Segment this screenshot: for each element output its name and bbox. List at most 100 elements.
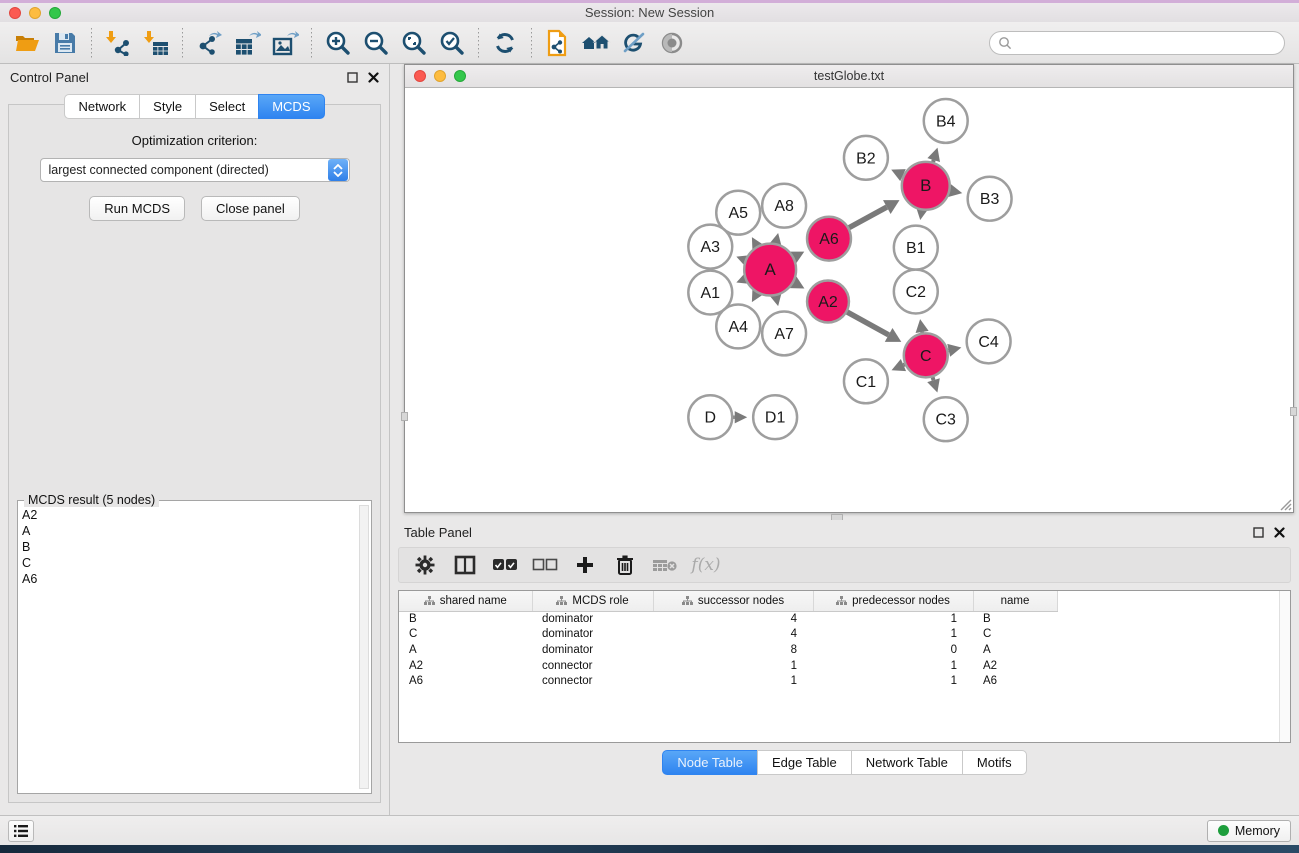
unselect-all-columns-button[interactable]	[529, 550, 561, 580]
table-row[interactable]: Bdominator41B	[399, 611, 1057, 627]
table-cell[interactable]: 1	[653, 658, 813, 674]
table-cell[interactable]: connector	[532, 673, 653, 689]
delete-table-button[interactable]	[649, 550, 681, 580]
import-table-button[interactable]	[139, 26, 173, 60]
float-panel-icon[interactable]	[1253, 527, 1264, 538]
home-button[interactable]	[579, 26, 613, 60]
table-cell[interactable]: dominator	[532, 611, 653, 627]
tab-select[interactable]: Select	[195, 94, 258, 119]
close-panel-icon[interactable]	[368, 72, 379, 83]
table-cell[interactable]: C	[399, 627, 532, 643]
save-session-button[interactable]	[48, 26, 82, 60]
table-cell[interactable]: 1	[813, 673, 973, 689]
column-header-successor-nodes[interactable]: successor nodes	[653, 591, 813, 611]
table-cell[interactable]: dominator	[532, 627, 653, 643]
task-history-button[interactable]	[8, 820, 34, 842]
table-cell[interactable]: A6	[399, 673, 532, 689]
table-row[interactable]: A6connector11A6	[399, 673, 1057, 689]
zoom-selected-button[interactable]	[435, 26, 469, 60]
delete-column-button[interactable]	[609, 550, 641, 580]
table-cell[interactable]: 1	[813, 627, 973, 643]
open-file-button[interactable]	[10, 26, 44, 60]
result-item[interactable]: B	[22, 539, 357, 555]
export-image-button[interactable]	[268, 26, 302, 60]
zoom-out-button[interactable]	[359, 26, 393, 60]
column-header-shared-name[interactable]: shared name	[399, 591, 532, 611]
table-header-row[interactable]: shared nameMCDS rolesuccessor nodesprede…	[399, 591, 1057, 611]
result-item[interactable]: A2	[22, 507, 357, 523]
show-hide-button[interactable]	[655, 26, 689, 60]
table-row[interactable]: A2connector11A2	[399, 658, 1057, 674]
result-item[interactable]: A	[22, 523, 357, 539]
table-cell[interactable]: 8	[653, 642, 813, 658]
table-cell[interactable]: 0	[813, 642, 973, 658]
column-header-MCDS-role[interactable]: MCDS role	[532, 591, 653, 611]
zoom-fit-button[interactable]	[397, 26, 431, 60]
table-cell[interactable]: dominator	[532, 642, 653, 658]
table-cell[interactable]: C	[973, 627, 1057, 643]
search-input[interactable]	[1012, 33, 1284, 53]
table-cell[interactable]: 1	[813, 611, 973, 627]
table-body[interactable]: Bdominator41BCdominator41CAdominator80AA…	[399, 611, 1057, 689]
toolbar-separator	[531, 28, 532, 58]
run-mcds-button[interactable]: Run MCDS	[89, 196, 185, 221]
table-cell[interactable]: A	[973, 642, 1057, 658]
tab-motifs[interactable]: Motifs	[962, 750, 1027, 775]
column-header-name[interactable]: name	[973, 591, 1057, 611]
close-panel-button[interactable]: Close panel	[201, 196, 300, 221]
memory-button[interactable]: Memory	[1207, 820, 1291, 842]
table-cell[interactable]: 1	[813, 658, 973, 674]
zoom-in-button[interactable]	[321, 26, 355, 60]
criterion-select[interactable]: largest connected component (directed)	[40, 158, 350, 182]
hide-annotations-button[interactable]	[617, 26, 651, 60]
tab-style[interactable]: Style	[139, 94, 195, 119]
table-row[interactable]: Cdominator41C	[399, 627, 1057, 643]
splitter-handle[interactable]	[1290, 407, 1297, 416]
splitter-handle[interactable]	[401, 412, 408, 421]
result-item[interactable]: C	[22, 555, 357, 571]
table-cell[interactable]: connector	[532, 658, 653, 674]
show-column-selector-button[interactable]	[449, 550, 481, 580]
select-all-columns-button[interactable]	[489, 550, 521, 580]
new-network-from-selection-button[interactable]	[541, 26, 575, 60]
edge-A2-C[interactable]	[847, 312, 888, 335]
tab-network[interactable]: Network	[64, 94, 139, 119]
table-scrollbar[interactable]	[1279, 591, 1290, 742]
table-cell[interactable]: A2	[973, 658, 1057, 674]
import-network-button[interactable]	[101, 26, 135, 60]
close-panel-icon[interactable]	[1274, 527, 1285, 538]
tab-network-table[interactable]: Network Table	[851, 750, 962, 775]
table-cell[interactable]: A2	[399, 658, 532, 674]
table-cell[interactable]: 1	[653, 673, 813, 689]
create-column-button[interactable]	[569, 550, 601, 580]
network-canvas[interactable]: B4B2BB3A8A5A6A3B1AA1C2A2A4A7C4CC1C3DD1	[405, 89, 1293, 512]
edge-B-B4[interactable]	[933, 160, 934, 162]
node-table-grid[interactable]: shared nameMCDS rolesuccessor nodesprede…	[399, 591, 1058, 689]
float-panel-icon[interactable]	[347, 72, 358, 83]
workspace: testGlobe.txt B4B2BB3A8A5A6A3B1AA1C2A2A4…	[390, 64, 1299, 815]
table-cell[interactable]: B	[973, 611, 1057, 627]
table-cell[interactable]: A6	[973, 673, 1057, 689]
column-header-predecessor-nodes[interactable]: predecessor nodes	[813, 591, 973, 611]
table-row[interactable]: Adominator80A	[399, 642, 1057, 658]
table-cell[interactable]: B	[399, 611, 532, 627]
edge-A6-B[interactable]	[849, 207, 887, 228]
result-scrollbar[interactable]	[359, 505, 369, 789]
tab-edge-table[interactable]: Edge Table	[757, 750, 851, 775]
export-table-button[interactable]	[230, 26, 264, 60]
search-field[interactable]	[989, 31, 1285, 55]
table-cell[interactable]: 4	[653, 611, 813, 627]
tab-mcds[interactable]: MCDS	[258, 94, 324, 119]
function-builder-button[interactable]: f(x)	[689, 550, 721, 580]
result-item[interactable]: A6	[22, 571, 357, 587]
edge-C-C3[interactable]	[933, 377, 934, 380]
table-cell[interactable]: 4	[653, 627, 813, 643]
resize-grip-icon[interactable]	[1278, 497, 1292, 511]
table-settings-button[interactable]	[409, 550, 441, 580]
mcds-result-list[interactable]: A2ABCA6	[22, 507, 357, 789]
export-network-button[interactable]	[192, 26, 226, 60]
refresh-button[interactable]	[488, 26, 522, 60]
network-graph[interactable]: B4B2BB3A8A5A6A3B1AA1C2A2A4A7C4CC1C3DD1	[405, 89, 1293, 512]
tab-node-table[interactable]: Node Table	[662, 750, 757, 775]
table-cell[interactable]: A	[399, 642, 532, 658]
